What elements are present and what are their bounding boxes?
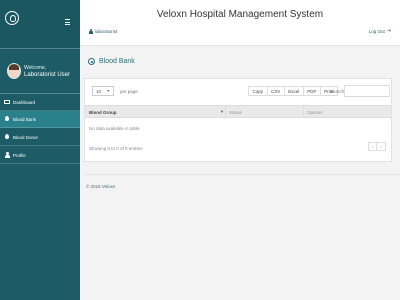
sidebar-item-label: Blood Bank: [13, 116, 37, 122]
sidebar-item-blood-bank[interactable]: Blood Bank: [0, 111, 80, 128]
hamburger-menu-icon[interactable]: [65, 19, 70, 27]
pagination: ‹ ›: [368, 142, 386, 151]
csv-button[interactable]: CSV: [267, 86, 285, 96]
footer: © 2018 Veloxn: [86, 184, 115, 189]
page-title: Blood Bank: [88, 58, 135, 65]
export-buttons: Copy CSV Excel PDF Print: [248, 86, 339, 96]
blood-bank-table-card: 10 ▼ per page Copy CSV Excel PDF Print S…: [84, 78, 392, 162]
role-label: laboratorist: [95, 29, 118, 34]
search-input[interactable]: [344, 85, 390, 97]
sign-out-icon: ⇥: [386, 28, 391, 34]
page-length-value: 10: [96, 89, 102, 94]
sidebar-item-label: Profile: [13, 152, 26, 158]
role-link[interactable]: laboratorist: [89, 29, 117, 34]
hospital-logo-icon[interactable]: [5, 11, 19, 25]
column-header-blood-group[interactable]: Blood Group: [89, 110, 117, 115]
circle-dot-icon: [88, 58, 95, 65]
table-header: Blood Group ▼ Status Options: [85, 105, 391, 118]
monitor-icon: [4, 99, 10, 104]
user-icon: [89, 29, 93, 34]
footer-divider: [84, 174, 400, 175]
per-page-label: per page: [120, 89, 138, 94]
blood-drop-icon: [4, 134, 10, 140]
sidebar-item-dashboard[interactable]: Dashboard: [0, 94, 80, 111]
footer-brand-link[interactable]: Veloxn: [102, 184, 116, 189]
sidebar-item-blood-donor[interactable]: Blood Donor: [0, 129, 80, 146]
table-info: Showing 0 to 0 of 0 entries: [89, 146, 143, 151]
user-profile-box: Welcome, Laboratorist User: [0, 48, 80, 94]
sidebar-item-label: Dashboard: [13, 99, 36, 105]
copyright-text: © 2018: [86, 184, 102, 189]
logo-area: [0, 0, 80, 48]
column-header-options[interactable]: Options: [307, 110, 323, 115]
column-header-status[interactable]: Status: [229, 110, 242, 115]
top-header: Veloxn Hospital Management System labora…: [80, 0, 400, 46]
page-length-select[interactable]: 10 ▼: [92, 86, 114, 96]
column-divider: [225, 106, 226, 117]
blood-drop-icon: [4, 116, 10, 122]
logout-label: Log Out: [368, 29, 385, 34]
sidebar-item-label: Blood Donor: [13, 134, 39, 140]
sidebar: Welcome, Laboratorist User Dashboard Blo…: [0, 0, 80, 300]
chevron-down-icon: ▼: [106, 89, 110, 93]
logout-button[interactable]: Log Out ⇥: [368, 28, 391, 35]
empty-table-message: No data available in table: [89, 126, 140, 131]
app-title: Veloxn Hospital Management System: [156, 9, 324, 20]
sort-arrow-icon: ▼: [220, 109, 224, 114]
page-title-text: Blood Bank: [99, 58, 135, 65]
excel-button[interactable]: Excel: [284, 86, 304, 96]
sidebar-item-profile[interactable]: Profile: [0, 147, 80, 164]
user-icon: [4, 152, 10, 158]
pdf-button[interactable]: PDF: [303, 86, 321, 96]
next-page-button[interactable]: ›: [377, 142, 386, 151]
column-divider: [303, 106, 304, 117]
user-name: Laboratorist User: [24, 72, 71, 78]
previous-page-button[interactable]: ‹: [368, 142, 377, 151]
avatar: [7, 63, 21, 79]
copy-button[interactable]: Copy: [248, 86, 268, 96]
